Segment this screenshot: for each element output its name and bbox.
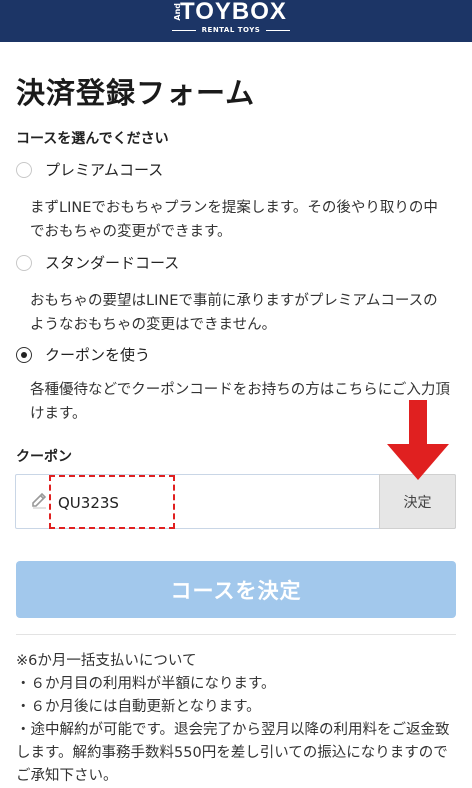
toybox-logo[interactable]: And TOYBOX RENTAL TOYS [0, 0, 472, 42]
option-description-standard: おもちゃの要望はLINEで事前に承りますがプレミアムコースのようなおもちゃの変更… [30, 293, 438, 333]
radio-button-premium[interactable] [16, 162, 32, 178]
logo-text: TOYBOX [180, 0, 287, 25]
red-arrow-down-icon [387, 400, 449, 480]
site-header: And TOYBOX RENTAL TOYS [0, 0, 472, 42]
course-prompt: コースを選んでください [16, 131, 169, 147]
radio-button-standard[interactable] [16, 255, 32, 271]
coupon-label: クーポン [16, 449, 72, 465]
logo-subtitle: RENTAL TOYS [172, 26, 290, 34]
note-heading: ※6か月一括支払いについて [16, 653, 197, 669]
submit-course-button[interactable]: コースを決定 [16, 561, 456, 618]
coupon-input[interactable] [56, 477, 380, 529]
option-label-standard[interactable]: スタンダードコース [45, 252, 179, 273]
divider [16, 634, 456, 635]
pencil-icon [32, 492, 47, 509]
note-item: ・途中解約が可能です。退会完了から翌月以降の利用料をご返金致します。解約事務手数… [16, 722, 450, 784]
option-description-premium: まずLINEでおもちゃプランを提案します。その後やり取りの中でおもちゃの変更がで… [30, 200, 438, 240]
page-title: 決済登録フォーム [16, 76, 256, 110]
notes-section: ※6か月一括支払いについて ・６か月目の利用料が半額になります。 ・６か月後には… [16, 650, 456, 788]
coupon-apply-button[interactable]: 決定 [379, 474, 456, 529]
note-item: ・６か月目の利用料が半額になります。 [16, 676, 276, 692]
option-label-coupon[interactable]: クーポンを使う [45, 344, 150, 365]
radio-button-coupon[interactable] [16, 347, 32, 363]
note-item: ・６か月後には自動更新となります。 [16, 699, 261, 715]
option-label-premium[interactable]: プレミアムコース [45, 159, 163, 180]
